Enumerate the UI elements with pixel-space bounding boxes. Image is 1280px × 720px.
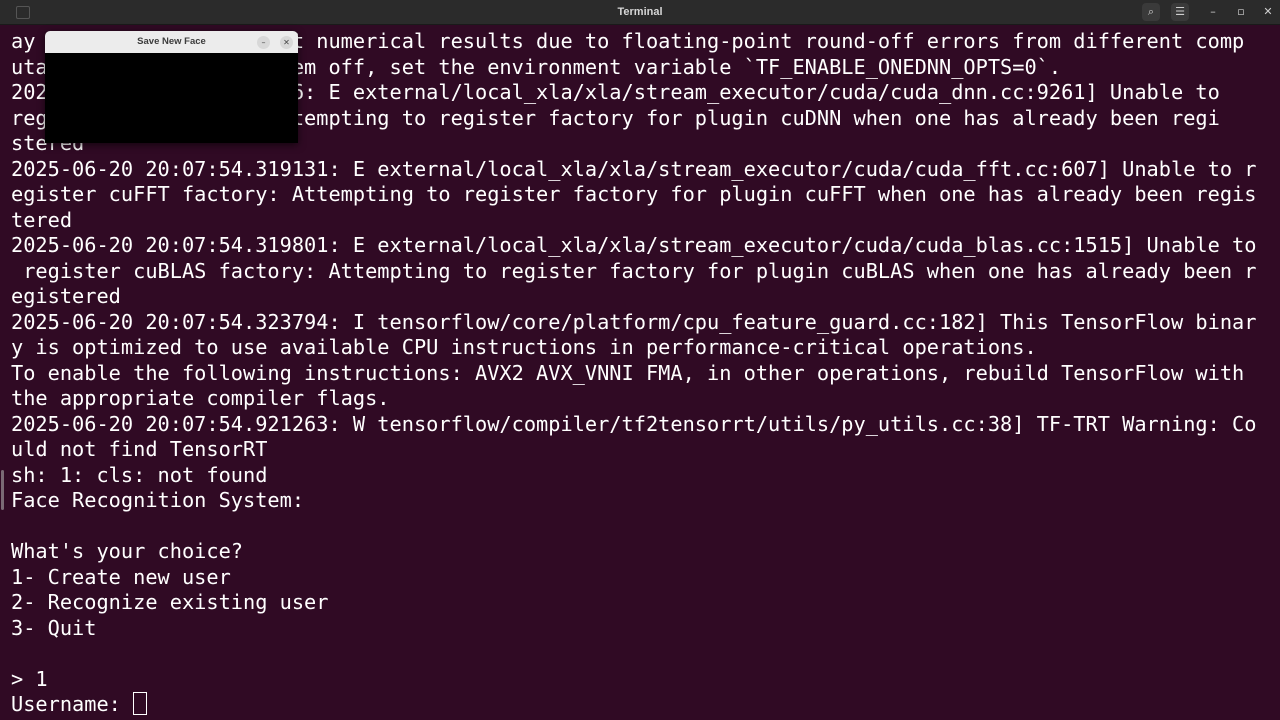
terminal-line: To enable the following instructions: AV… (11, 360, 1245, 385)
terminal-line: egistered (11, 284, 121, 308)
terminal-line: uld not find TensorRT (11, 437, 268, 461)
camera-preview (45, 53, 298, 143)
popup-close-icon[interactable]: ✕ (280, 36, 293, 49)
maximize-icon[interactable]: ▫ (1232, 3, 1250, 21)
terminal-line: 3- Quit (11, 615, 97, 640)
popup-minimize-icon[interactable]: – (257, 36, 270, 49)
terminal-line: 2025-06-20 20:07:54.323794: I tensorflow… (11, 309, 1257, 334)
close-icon[interactable]: ✕ (1259, 3, 1277, 21)
terminal-line: 2025-06-20 20:07:54.921263: W tensorflow… (11, 411, 1257, 436)
terminal-line: y is optimized to use available CPU inst… (11, 335, 1037, 359)
scrollbar-thumb[interactable] (1, 470, 4, 510)
terminal-line: 2025-06-20 20:07:54.319131: E external/l… (11, 156, 1257, 181)
terminal-line: register cuBLAS factory: Attempting to r… (11, 258, 1257, 283)
terminal-line: 1- Create new user (11, 564, 231, 589)
save-new-face-window[interactable]: Save New Face – ✕ (45, 31, 298, 143)
terminal-line: > 1 (11, 666, 48, 691)
terminal-window: Terminal ⌕ ☰ – ▫ ✕ ay nt numerical resul… (0, 0, 1280, 720)
terminal-line: Face Recognition System: (11, 488, 305, 512)
title-bar: Terminal ⌕ ☰ – ▫ ✕ (0, 0, 1280, 25)
popup-title-bar[interactable]: Save New Face – ✕ (45, 31, 298, 54)
terminal-line: What's your choice? (11, 539, 243, 563)
terminal-line: sh: 1: cls: not found (11, 462, 268, 487)
terminal-line: 2- Recognize existing user (11, 590, 329, 614)
username-prompt-line[interactable]: Username: (11, 692, 1277, 718)
search-icon[interactable]: ⌕ (1142, 3, 1160, 21)
terminal-line: the appropriate compiler flags. (11, 386, 390, 410)
terminal-line: tered (11, 207, 73, 232)
minimize-icon[interactable]: – (1204, 3, 1222, 21)
hamburger-menu-icon[interactable]: ☰ (1171, 3, 1189, 21)
username-prompt-label: Username: (11, 692, 134, 716)
terminal-line: egister cuFFT factory: Attempting to reg… (11, 182, 1257, 206)
terminal-line: 2025-06-20 20:07:54.319801: E external/l… (11, 233, 1257, 257)
text-cursor (133, 692, 148, 715)
window-title: Terminal (617, 6, 663, 18)
